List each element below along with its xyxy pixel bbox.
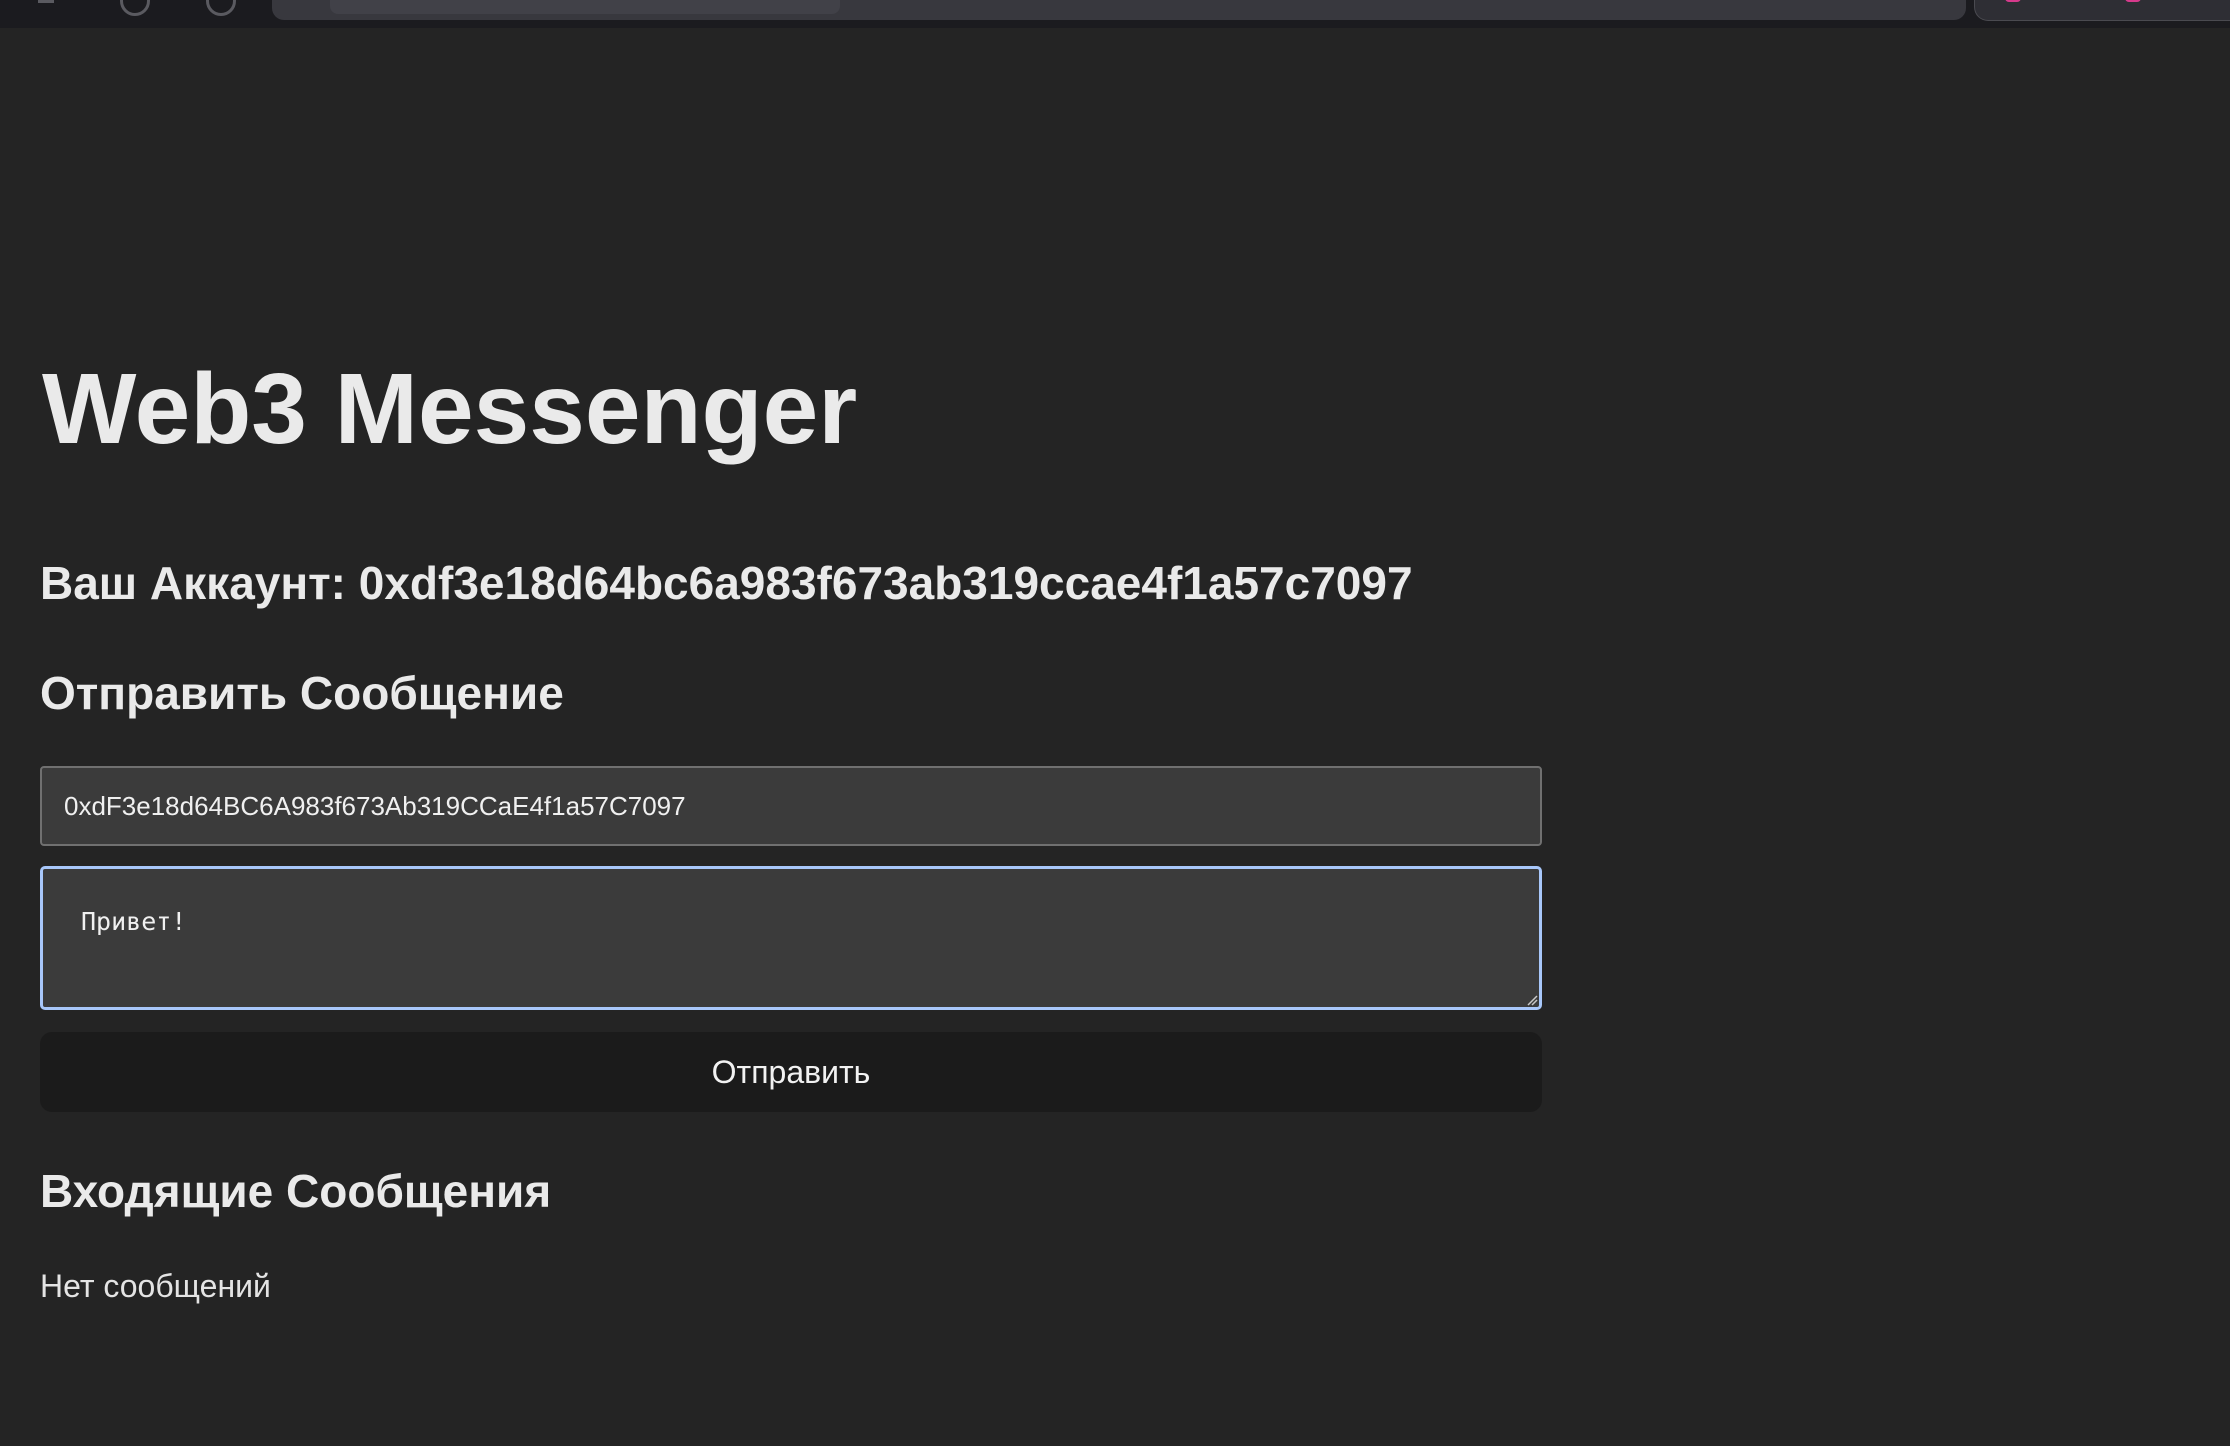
site-info-chip[interactable]	[330, 0, 840, 14]
message-textarea[interactable]: Привет!	[40, 866, 1542, 1010]
account-address: Ваш Аккаунт: 0xdf3e18d64bc6a983f673ab319…	[40, 557, 1413, 609]
reload-icon[interactable]	[206, 0, 236, 16]
extension-icon[interactable]	[2125, 0, 2141, 2]
browser-toolbar	[0, 0, 2230, 28]
recipient-address-input[interactable]	[40, 766, 1542, 846]
send-button[interactable]: Отправить	[40, 1032, 1542, 1112]
back-arrow-icon[interactable]	[38, 0, 54, 3]
address-bar[interactable]	[272, 0, 1966, 20]
extension-icon[interactable]	[2005, 0, 2021, 2]
forward-icon[interactable]	[120, 0, 150, 16]
inbox-heading: Входящие Сообщения	[40, 1165, 552, 1217]
extensions-panel[interactable]	[1974, 0, 2230, 21]
empty-inbox-text: Нет сообщений	[40, 1268, 271, 1304]
page-title: Web3 Messenger	[42, 353, 858, 465]
send-message-heading: Отправить Сообщение	[40, 667, 564, 719]
